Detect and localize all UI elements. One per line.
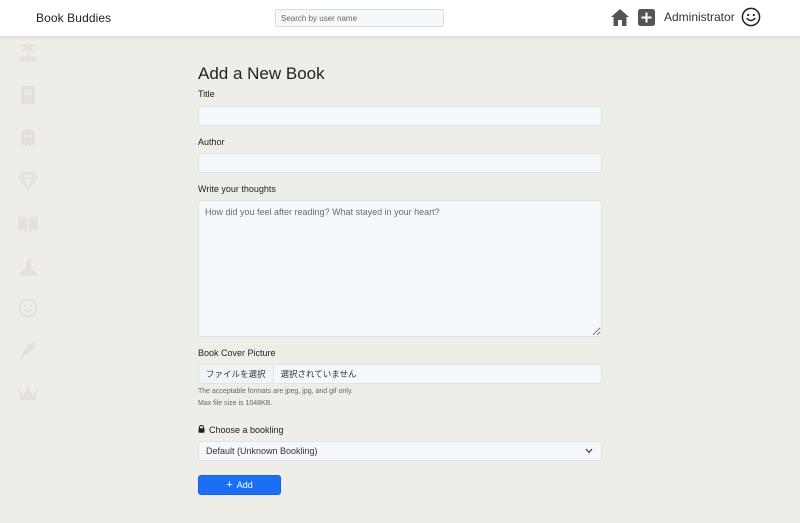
title-label: Title [198,89,215,99]
bookling-selected-value: Default (Unknown Bookling) [206,446,318,456]
sidebar [0,37,56,523]
thoughts-textarea[interactable] [198,200,602,337]
choose-file-button[interactable]: ファイルを選択 [199,365,274,383]
brand-logo-text[interactable]: Book Buddies [36,11,111,25]
author-input[interactable] [198,153,602,173]
smile-icon[interactable] [17,297,39,319]
file-status-text: 選択されていません [280,369,357,379]
ghost-icon[interactable] [17,126,39,148]
add-book-button[interactable]: + Add [198,475,281,495]
gem-icon[interactable] [17,170,39,192]
top-navbar: Book Buddies Administrator [0,0,800,37]
crown-icon[interactable] [17,383,39,405]
open-book-icon[interactable] [17,213,39,235]
author-label: Author [198,137,225,147]
user-name-link[interactable]: Administrator [664,10,735,24]
cover-file-input[interactable]: ファイルを選択 選択されていません [198,364,602,384]
size-help-text: Max file size is 1048KB. [198,400,273,407]
bookling-select[interactable]: Default (Unknown Bookling) [198,441,602,461]
feather-icon[interactable] [17,340,39,362]
cover-picture-label: Book Cover Picture [198,348,276,358]
title-input[interactable] [198,106,602,126]
bookling-label: Choose a bookling [209,425,284,435]
user-avatar-smile-icon[interactable] [741,7,761,27]
island-icon[interactable] [17,41,39,63]
book-icon[interactable] [17,84,39,106]
thoughts-label: Write your thoughts [198,184,276,194]
lock-icon [198,425,205,433]
plus-icon: + [226,478,233,491]
search-input[interactable] [275,9,444,27]
add-book-icon[interactable] [638,9,655,26]
chevron-down-icon [585,448,593,454]
formats-help-text: The acceptable formats are jpeg, jpg, an… [198,388,353,395]
wizard-hat-icon[interactable] [17,255,39,277]
home-icon[interactable] [610,8,630,27]
page-title: Add a New Book [198,64,325,83]
add-button-label: Add [236,480,253,490]
